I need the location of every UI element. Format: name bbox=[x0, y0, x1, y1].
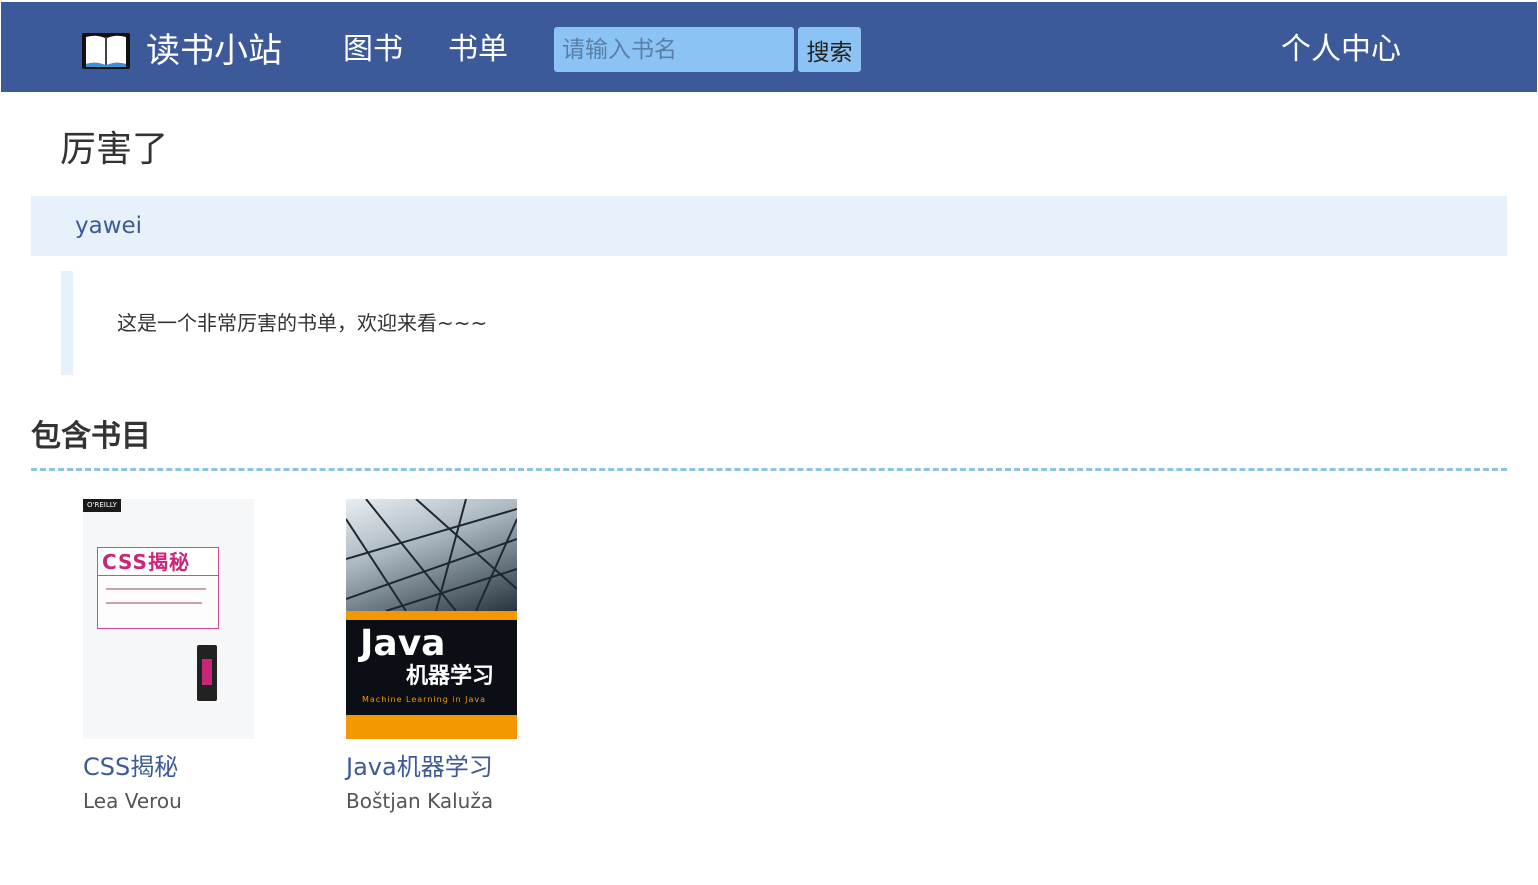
book-author: Boštjan Kaluža bbox=[346, 789, 494, 813]
cover-cn-word: 机器学习 bbox=[406, 664, 495, 689]
book-card[interactable]: Java 机器学习 Machine Learning in Java Java机… bbox=[346, 499, 546, 817]
cover-subtitle-box bbox=[97, 575, 219, 629]
cover-footer bbox=[346, 715, 517, 739]
book-cover-image[interactable]: Java 机器学习 Machine Learning in Java bbox=[346, 499, 517, 739]
booklist-author-link[interactable]: yawei bbox=[75, 210, 142, 242]
book-cover-image[interactable]: O'REILLY CSS揭秘 bbox=[83, 499, 254, 739]
publisher-logo: O'REILLY bbox=[83, 499, 121, 512]
brand-name: 读书小站 bbox=[146, 31, 282, 71]
cover-lattice-illustration bbox=[346, 499, 517, 612]
book-author: Lea Verou bbox=[83, 789, 182, 813]
book-card[interactable]: O'REILLY CSS揭秘 CSS揭秘 Lea Verou bbox=[83, 499, 283, 817]
cover-phone-illustration bbox=[197, 645, 217, 701]
section-divider bbox=[31, 468, 1507, 471]
cover-subtitle: Machine Learning in Java bbox=[362, 695, 487, 704]
cover-text-line bbox=[106, 602, 202, 604]
open-book-icon bbox=[82, 33, 130, 69]
book-title-link[interactable]: Java机器学习 bbox=[346, 749, 546, 785]
booklist-description-quote: 这是一个非常厉害的书单，欢迎来看~~~ bbox=[61, 271, 661, 375]
cover-text-line bbox=[106, 588, 206, 590]
search-button[interactable]: 搜索 bbox=[798, 27, 861, 72]
cover-stripe bbox=[346, 611, 517, 620]
cover-banner: CSS揭秘 bbox=[97, 547, 219, 577]
nav-lists-link[interactable]: 书单 bbox=[448, 29, 508, 71]
author-bar: yawei bbox=[31, 196, 1507, 256]
book-title-link[interactable]: CSS揭秘 bbox=[83, 749, 283, 785]
cover-banner-text: CSS揭秘 bbox=[102, 550, 190, 574]
section-title: 包含书目 bbox=[31, 419, 151, 454]
cover-main-word: Java bbox=[360, 623, 446, 664]
booklist-title: 厉害了 bbox=[60, 129, 169, 170]
nav-profile-link[interactable]: 个人中心 bbox=[1281, 29, 1401, 71]
cover-architecture-photo bbox=[346, 499, 517, 612]
navbar: 读书小站 图书 书单 搜索 个人中心 bbox=[1, 2, 1537, 92]
booklist-description: 这是一个非常厉害的书单，欢迎来看~~~ bbox=[117, 311, 488, 335]
brand-logo[interactable]: 读书小站 bbox=[80, 28, 282, 74]
search-input[interactable] bbox=[554, 27, 794, 72]
nav-books-link[interactable]: 图书 bbox=[343, 29, 403, 71]
